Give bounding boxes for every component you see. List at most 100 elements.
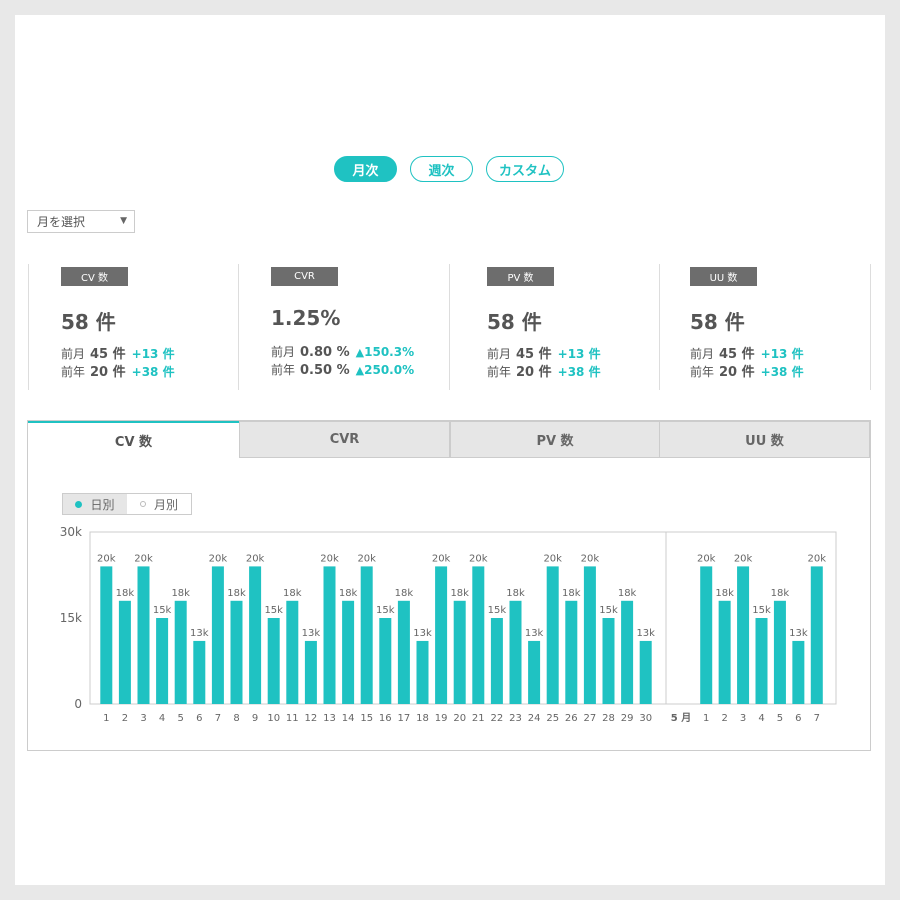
x-tick-label: 4 bbox=[758, 713, 764, 724]
bar-value-label: 20k bbox=[209, 553, 228, 564]
x-tick-label: 29 bbox=[621, 713, 634, 724]
bar-value-label: 18k bbox=[715, 588, 734, 599]
x-tick-label: 20 bbox=[453, 713, 466, 724]
bar-value-label: 20k bbox=[432, 553, 451, 564]
bar-value-label: 13k bbox=[190, 628, 209, 639]
x-tick-label: 3 bbox=[140, 713, 146, 724]
chart-bar bbox=[397, 600, 410, 704]
chart-bar bbox=[137, 566, 150, 704]
bar-value-label: 18k bbox=[562, 588, 581, 599]
bar-value-label: 15k bbox=[264, 605, 283, 616]
bar-value-label: 20k bbox=[246, 553, 265, 564]
chart-bar bbox=[342, 600, 355, 704]
x-tick-label: 2 bbox=[122, 713, 128, 724]
x-tick-label: 2 bbox=[721, 713, 727, 724]
y-tick-label: 15k bbox=[60, 611, 82, 625]
chart-bar bbox=[565, 600, 578, 704]
x-tick-label: 5 bbox=[178, 713, 184, 724]
x-tick-label: 6 bbox=[196, 713, 202, 724]
bar-value-label: 20k bbox=[543, 553, 562, 564]
x-tick-label: 17 bbox=[398, 713, 411, 724]
bar-value-label: 15k bbox=[752, 605, 771, 616]
bar-value-label: 13k bbox=[302, 628, 321, 639]
chart-bar bbox=[583, 566, 596, 704]
chart-bar bbox=[249, 566, 262, 704]
chart-bar bbox=[435, 566, 448, 704]
x-tick-label: 23 bbox=[509, 713, 522, 724]
x-month-label: 5 月 bbox=[671, 712, 691, 724]
x-tick-label: 25 bbox=[546, 713, 559, 724]
chart-bar bbox=[100, 566, 113, 704]
bar-value-label: 15k bbox=[153, 605, 172, 616]
x-tick-label: 16 bbox=[379, 713, 392, 724]
bar-value-label: 20k bbox=[808, 553, 827, 564]
bar-value-label: 18k bbox=[618, 588, 637, 599]
y-tick-label: 0 bbox=[74, 697, 82, 711]
bar-value-label: 15k bbox=[488, 605, 507, 616]
bar-value-label: 15k bbox=[376, 605, 395, 616]
bar-value-label: 20k bbox=[97, 553, 116, 564]
x-tick-label: 1 bbox=[703, 713, 709, 724]
bar-value-label: 18k bbox=[450, 588, 469, 599]
x-tick-label: 12 bbox=[305, 713, 318, 724]
bar-value-label: 20k bbox=[320, 553, 339, 564]
chart-bar bbox=[230, 600, 243, 704]
chart-bar bbox=[267, 618, 280, 704]
bar-value-label: 18k bbox=[283, 588, 302, 599]
chart-bar bbox=[509, 600, 522, 704]
x-tick-label: 11 bbox=[286, 713, 299, 724]
chart-bar bbox=[453, 600, 466, 704]
chart-bar bbox=[546, 566, 559, 704]
bar-value-label: 15k bbox=[599, 605, 618, 616]
bar-value-label: 13k bbox=[789, 628, 808, 639]
chart-bar bbox=[286, 600, 299, 704]
chart-bar bbox=[700, 566, 713, 704]
x-tick-label: 8 bbox=[233, 713, 239, 724]
chart-bar bbox=[416, 640, 429, 704]
chart-bar bbox=[755, 618, 768, 704]
x-tick-label: 28 bbox=[602, 713, 615, 724]
chart-bar bbox=[118, 600, 131, 704]
chart-bar bbox=[360, 566, 373, 704]
chart-bar bbox=[490, 618, 503, 704]
x-tick-label: 24 bbox=[528, 713, 541, 724]
chart-bar bbox=[174, 600, 187, 704]
x-tick-label: 3 bbox=[740, 713, 746, 724]
x-tick-label: 26 bbox=[565, 713, 578, 724]
x-tick-label: 30 bbox=[639, 713, 652, 724]
x-tick-label: 9 bbox=[252, 713, 258, 724]
bar-value-label: 20k bbox=[581, 553, 600, 564]
bar-value-label: 18k bbox=[771, 588, 790, 599]
x-tick-label: 6 bbox=[795, 713, 801, 724]
x-tick-label: 22 bbox=[491, 713, 504, 724]
bar-value-label: 20k bbox=[469, 553, 488, 564]
bar-value-label: 18k bbox=[395, 588, 414, 599]
x-tick-label: 4 bbox=[159, 713, 165, 724]
chart-bar bbox=[193, 640, 206, 704]
x-tick-label: 1 bbox=[103, 713, 109, 724]
bar-value-label: 18k bbox=[506, 588, 525, 599]
chart-bar bbox=[379, 618, 392, 704]
chart-bar bbox=[792, 640, 805, 704]
x-tick-label: 18 bbox=[416, 713, 429, 724]
bar-value-label: 18k bbox=[116, 588, 135, 599]
x-tick-label: 14 bbox=[342, 713, 355, 724]
bar-value-label: 13k bbox=[525, 628, 544, 639]
x-tick-label: 7 bbox=[215, 713, 221, 724]
x-tick-label: 7 bbox=[814, 713, 820, 724]
chart-bar bbox=[156, 618, 169, 704]
x-tick-label: 19 bbox=[435, 713, 448, 724]
chart-bar bbox=[211, 566, 224, 704]
chart-bar bbox=[304, 640, 317, 704]
x-tick-label: 15 bbox=[360, 713, 373, 724]
bar-value-label: 20k bbox=[697, 553, 716, 564]
bar-value-label: 20k bbox=[134, 553, 153, 564]
x-tick-label: 21 bbox=[472, 713, 485, 724]
chart-bar bbox=[602, 618, 615, 704]
bar-value-label: 20k bbox=[357, 553, 376, 564]
x-tick-label: 27 bbox=[584, 713, 597, 724]
bar-value-label: 20k bbox=[734, 553, 753, 564]
bar-value-label: 13k bbox=[413, 628, 432, 639]
bar-value-label: 18k bbox=[171, 588, 190, 599]
bar-value-label: 13k bbox=[636, 628, 655, 639]
